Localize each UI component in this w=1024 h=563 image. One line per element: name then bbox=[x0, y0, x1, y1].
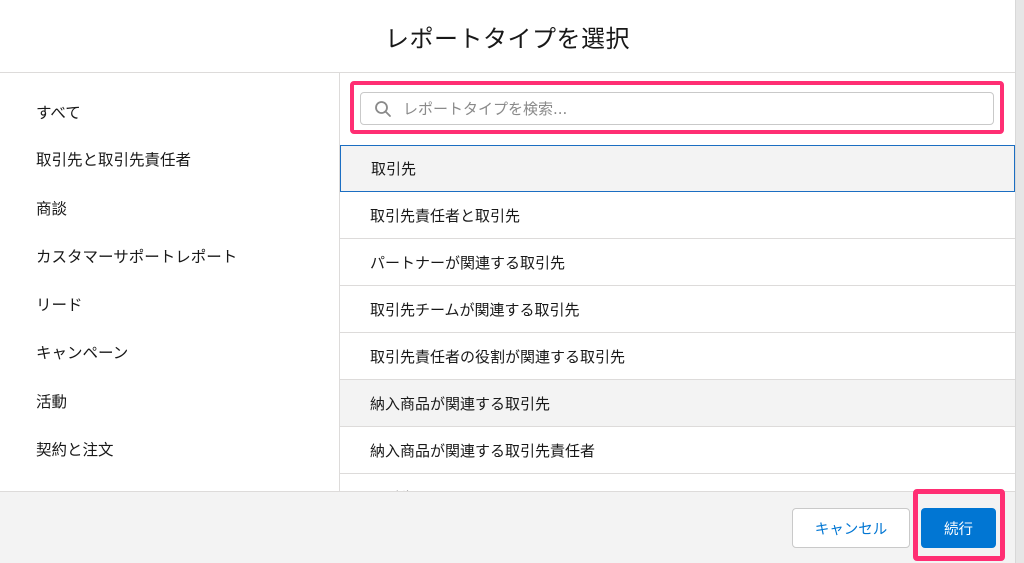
search-box bbox=[360, 92, 994, 125]
modal-title: レポートタイプを選択 bbox=[385, 24, 630, 53]
report-type-row[interactable]: パートナーが関連する取引先 bbox=[340, 239, 1015, 286]
next-button[interactable]: 続行 bbox=[921, 508, 996, 548]
report-type-row[interactable]: 取引先責任者の役割が関連する取引先 bbox=[340, 333, 1015, 380]
sidebar-item-all[interactable]: すべて bbox=[36, 101, 81, 125]
report-type-modal: レポートタイプを選択 すべて 取引先と取引先責任者 商談 カスタマーサポートレポ… bbox=[0, 0, 1016, 563]
sidebar-item-activities[interactable]: 活動 bbox=[36, 390, 67, 414]
report-type-row[interactable]: 取引先チームが関連する取引先 bbox=[340, 286, 1015, 333]
modal-footer: キャンセル 続行 bbox=[0, 489, 1015, 563]
sidebar-item-opportunities[interactable]: 商談 bbox=[36, 197, 67, 221]
sidebar-item-campaigns[interactable]: キャンペーン bbox=[36, 341, 128, 365]
modal-header: レポートタイプを選択 bbox=[0, 0, 1015, 73]
report-type-row[interactable]: 納入商品が関連する取引先責任者 bbox=[340, 427, 1015, 474]
sidebar-item-leads[interactable]: リード bbox=[36, 293, 83, 317]
report-type-panel: 取引先 取引先責任者と取引先 パートナーが関連する取引先 取引先チームが関連する… bbox=[340, 73, 1015, 491]
search-highlight bbox=[350, 81, 1004, 134]
search-input[interactable] bbox=[401, 98, 993, 119]
report-type-list: 取引先 取引先責任者と取引先 パートナーが関連する取引先 取引先チームが関連する… bbox=[340, 145, 1015, 491]
report-type-row[interactable]: 取引先履歴 bbox=[340, 474, 1015, 491]
search-icon bbox=[374, 100, 392, 118]
sidebar-item-customer-support[interactable]: カスタマーサポートレポート bbox=[36, 245, 237, 269]
report-type-row[interactable]: 納入商品が関連する取引先 bbox=[340, 380, 1015, 427]
report-type-row[interactable]: 取引先責任者と取引先 bbox=[340, 192, 1015, 239]
category-sidebar: すべて 取引先と取引先責任者 商談 カスタマーサポートレポート リード キャンペ… bbox=[0, 73, 340, 491]
sidebar-item-contracts-orders[interactable]: 契約と注文 bbox=[36, 438, 114, 462]
cancel-button[interactable]: キャンセル bbox=[792, 508, 910, 548]
report-type-row[interactable]: 取引先 bbox=[340, 145, 1015, 192]
sidebar-item-accounts-contacts[interactable]: 取引先と取引先責任者 bbox=[36, 148, 191, 172]
